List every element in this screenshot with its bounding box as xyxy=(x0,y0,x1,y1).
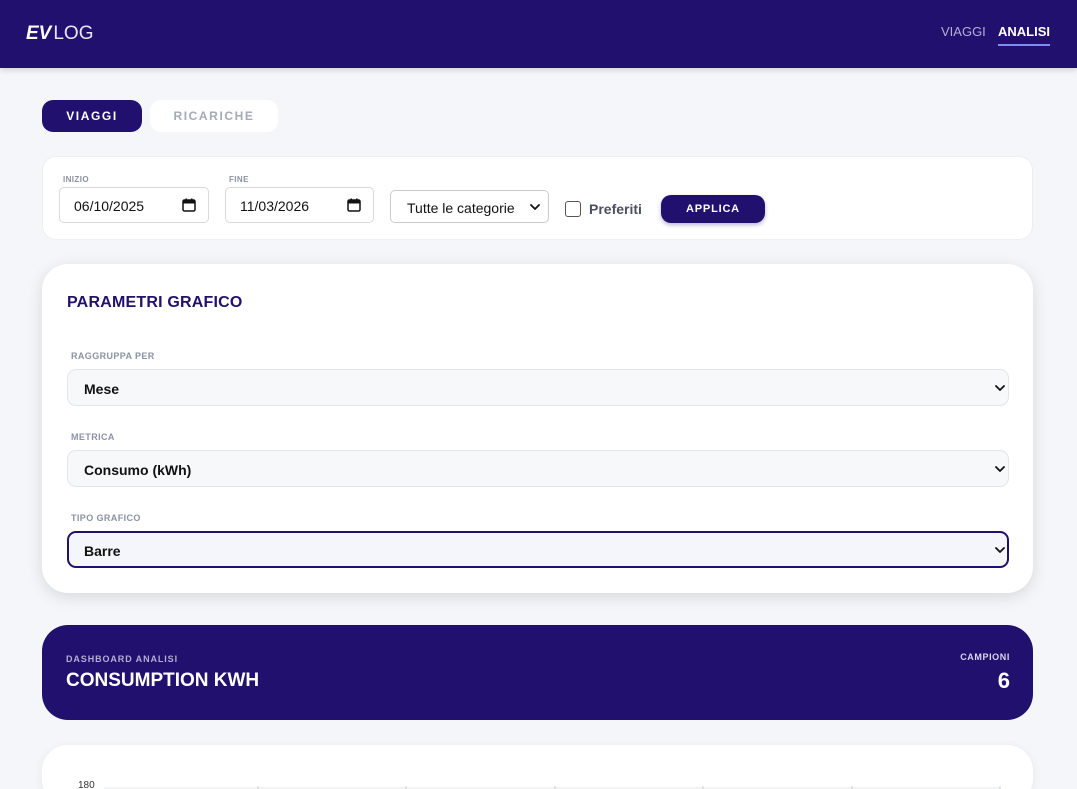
chart-gridlines xyxy=(104,786,1001,789)
